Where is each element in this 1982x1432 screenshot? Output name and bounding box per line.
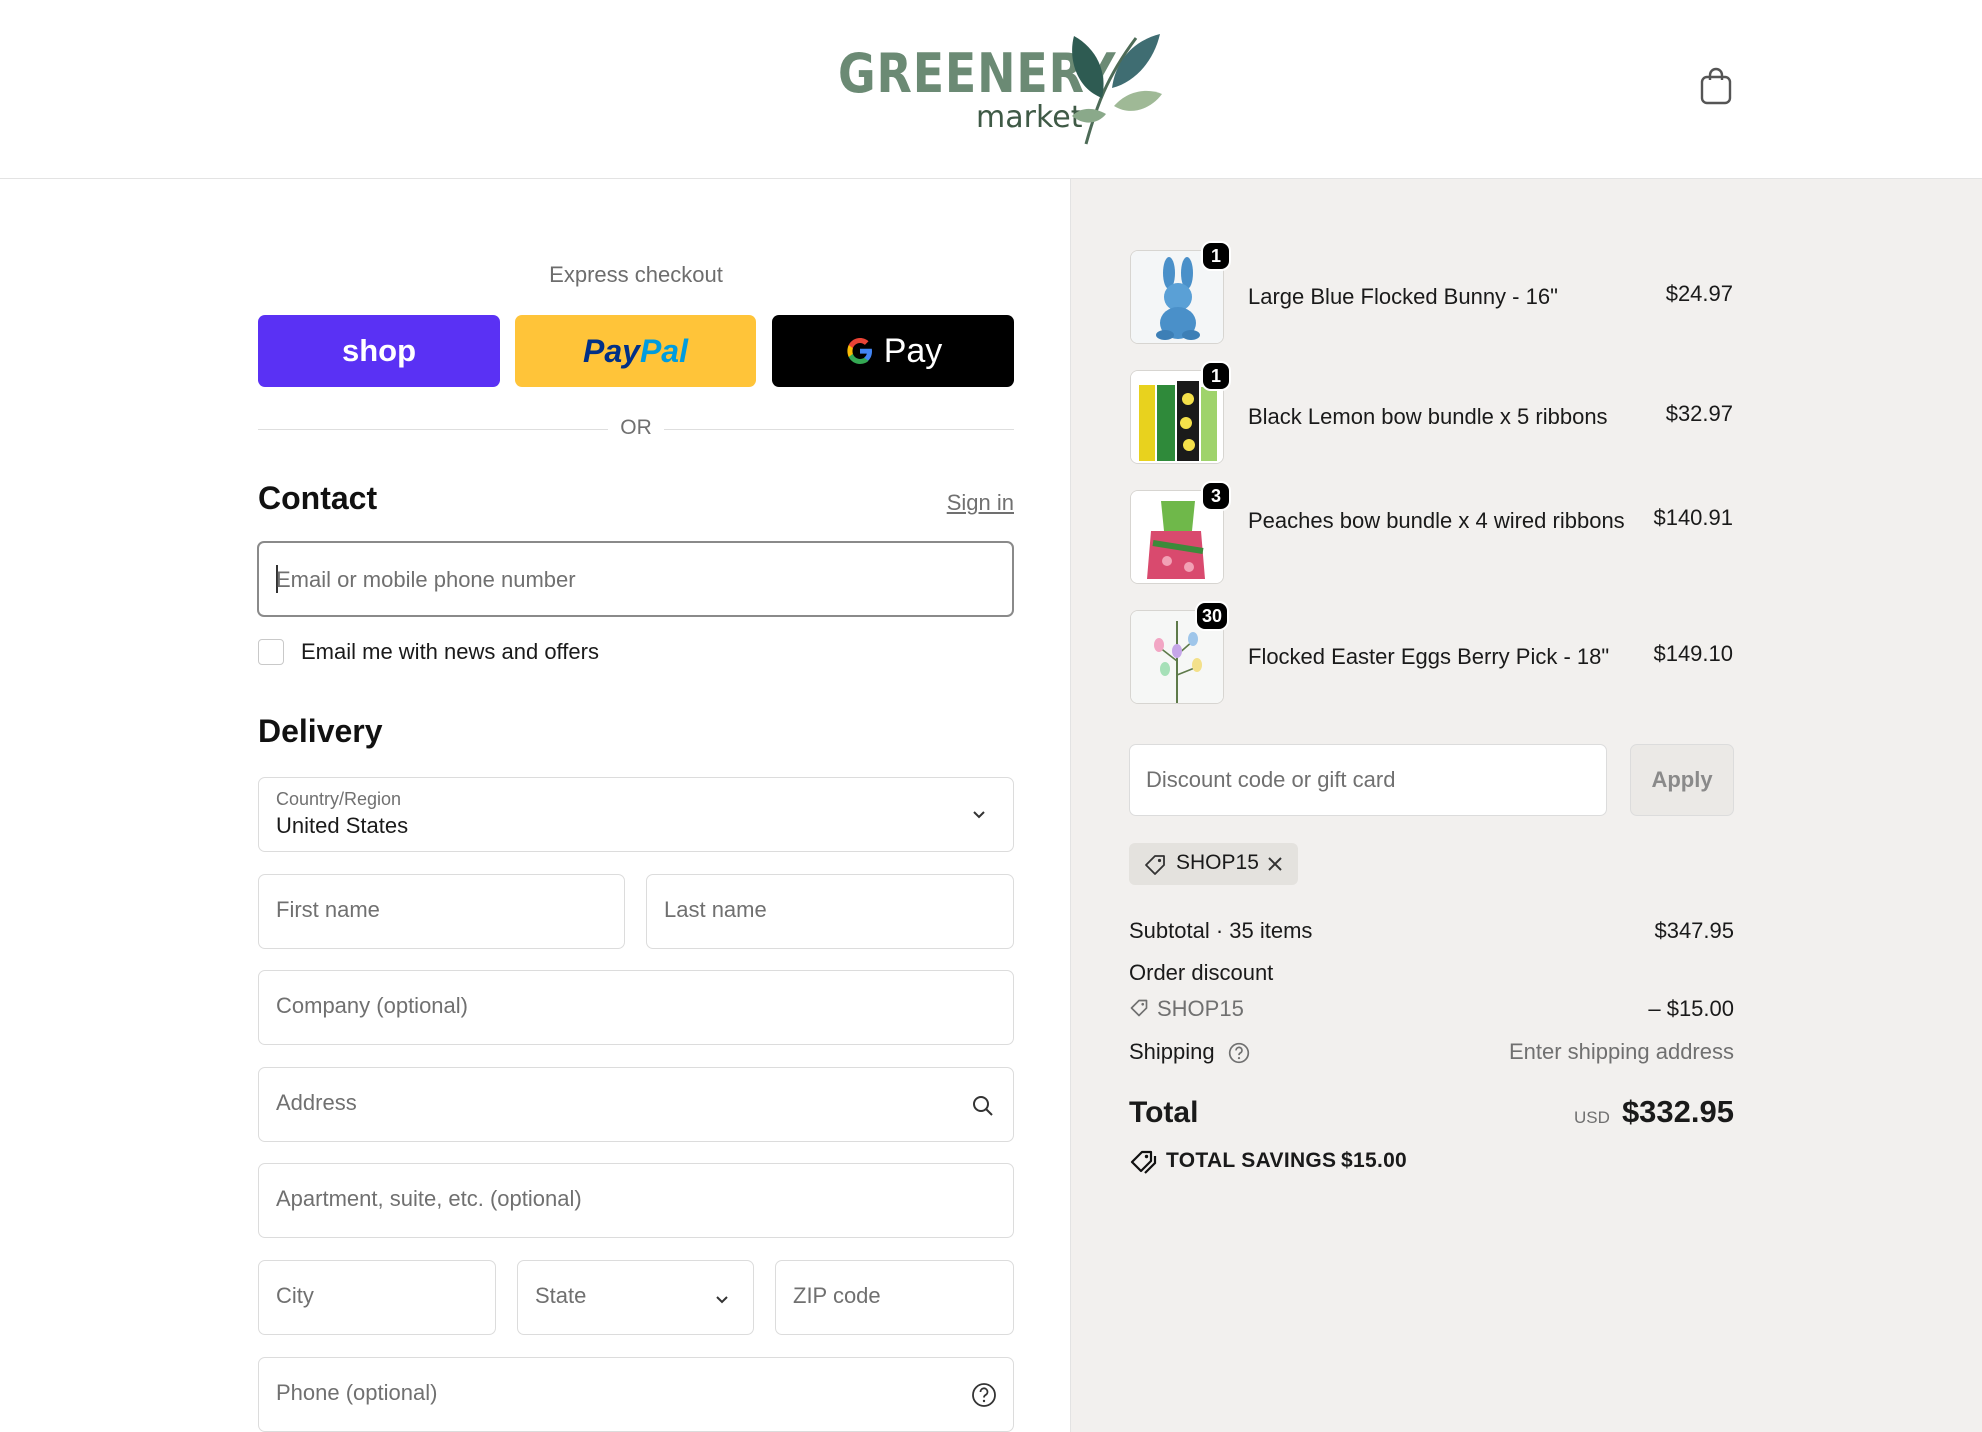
tags-icon	[1130, 1150, 1157, 1174]
paypal-label-pay: Pay	[583, 332, 640, 369]
google-g-icon	[847, 338, 872, 364]
subtotal-row: Subtotal · 35 items $347.95	[1129, 918, 1734, 948]
total-currency: USD	[1574, 1108, 1610, 1127]
email-placeholder: Email or mobile phone number	[276, 567, 576, 592]
apartment-field[interactable]: Apartment, suite, etc. (optional)	[258, 1163, 1014, 1238]
applied-discount-chip: SHOP15	[1129, 843, 1298, 885]
discount-code-field[interactable]: Discount code or gift card	[1129, 744, 1607, 816]
item-price: $24.97	[1665, 281, 1733, 306]
leaf-logo-icon	[1072, 34, 1162, 145]
item-name: Large Blue Flocked Bunny - 16"	[1248, 284, 1558, 309]
shop-pay-label: shop	[341, 333, 417, 368]
country-select[interactable]: Country/Region United States	[258, 777, 1014, 852]
total-value: $332.95	[1621, 1094, 1734, 1129]
discount-code-row: SHOP15 – $15.00	[1129, 996, 1734, 1026]
item-price: $149.10	[1653, 641, 1733, 666]
zip-placeholder: ZIP code	[793, 1283, 881, 1308]
close-icon[interactable]	[1266, 855, 1284, 873]
or-divider: OR	[258, 414, 1014, 444]
cart-item: 1 Large Blue Flocked Bunny - 16" $24.97	[1130, 241, 1733, 346]
item-price: $140.91	[1653, 505, 1733, 530]
header: GREENERY market	[0, 0, 1982, 179]
first-name-placeholder: First name	[276, 897, 380, 922]
savings-label: TOTAL SAVINGS	[1166, 1149, 1337, 1172]
address-placeholder: Address	[276, 1090, 357, 1115]
applied-code: SHOP15	[1176, 851, 1259, 874]
item-name: Black Lemon bow bundle x 5 ribbons	[1248, 404, 1608, 429]
phone-placeholder: Phone (optional)	[276, 1380, 438, 1405]
state-select[interactable]: State	[517, 1260, 754, 1335]
cart-item: 1 Black Lemon bow bundle x 5 ribbons $32…	[1130, 361, 1733, 466]
help-icon[interactable]	[971, 1382, 997, 1408]
shipping-value: Enter shipping address	[1508, 1039, 1734, 1064]
quantity-badge: 1	[1201, 361, 1231, 391]
sign-in-link[interactable]: Sign in	[930, 490, 1014, 516]
cart-item: 3 Peaches bow bundle x 4 wired ribbons $…	[1130, 481, 1733, 590]
company-placeholder: Company (optional)	[276, 993, 468, 1018]
chevron-down-icon	[973, 811, 985, 819]
subtotal-label: Subtotal · 35 items	[1129, 918, 1313, 943]
tag-icon	[1130, 999, 1148, 1017]
phone-field[interactable]: Phone (optional)	[258, 1357, 1014, 1432]
google-pay-label: Pay	[883, 331, 943, 370]
discount-value: – $15.00	[1648, 996, 1734, 1021]
country-label: Country/Region	[276, 789, 402, 809]
discount-placeholder: Discount code or gift card	[1146, 767, 1396, 792]
subtotal-value: $347.95	[1654, 918, 1734, 943]
zip-field[interactable]: ZIP code	[775, 1260, 1014, 1335]
quantity-badge: 30	[1195, 601, 1230, 631]
item-name: Peaches bow bundle x 4 wired ribbons	[1248, 508, 1625, 533]
shipping-row: Shipping Enter shipping address	[1129, 1039, 1734, 1069]
savings-value: $15.00	[1341, 1149, 1408, 1172]
total-label: Total	[1129, 1096, 1199, 1129]
help-icon[interactable]	[1228, 1042, 1250, 1064]
delivery-heading: Delivery	[258, 713, 383, 749]
chevron-down-icon	[716, 1296, 728, 1304]
city-placeholder: City	[276, 1283, 314, 1308]
newsletter-label: Email me with news and offers	[301, 639, 599, 664]
order-discount-label: Order discount	[1129, 960, 1274, 985]
country-value: United States	[276, 813, 409, 838]
last-name-field[interactable]: Last name	[646, 874, 1014, 949]
newsletter-checkbox[interactable]	[258, 639, 284, 665]
apply-discount-button[interactable]: Apply	[1630, 744, 1734, 816]
google-pay-button[interactable]: Pay	[772, 315, 1014, 387]
discount-code-label: SHOP15	[1157, 996, 1244, 1021]
city-field[interactable]: City	[258, 1260, 496, 1335]
search-icon	[973, 1096, 993, 1116]
order-discount-row: Order discount	[1129, 960, 1734, 990]
paypal-button[interactable]: Pay Pal	[515, 315, 756, 387]
last-name-placeholder: Last name	[664, 897, 767, 922]
item-price: $32.97	[1665, 401, 1733, 426]
shipping-label: Shipping	[1129, 1039, 1215, 1064]
cart-item: 30 Flocked Easter Eggs Berry Pick - 18" …	[1130, 601, 1733, 706]
first-name-field[interactable]: First name	[258, 874, 625, 949]
brand-logo[interactable]: GREENERY market	[838, 28, 1162, 148]
quantity-badge: 1	[1201, 241, 1231, 271]
contact-heading: Contact	[258, 480, 378, 516]
paypal-label-pal: Pal	[639, 332, 688, 369]
express-checkout-title: Express checkout	[549, 262, 723, 287]
apartment-placeholder: Apartment, suite, etc. (optional)	[276, 1186, 582, 1211]
state-placeholder: State	[535, 1283, 587, 1308]
address-field[interactable]: Address	[258, 1067, 1014, 1142]
item-name: Flocked Easter Eggs Berry Pick - 18"	[1248, 644, 1610, 669]
quantity-badge: 3	[1201, 481, 1231, 511]
tag-icon	[1145, 855, 1165, 875]
shop-pay-button[interactable]: shop	[258, 315, 500, 387]
email-field[interactable]: Email or mobile phone number	[257, 541, 1014, 617]
or-label: OR	[620, 416, 652, 439]
company-field[interactable]: Company (optional)	[258, 970, 1014, 1045]
shopping-bag-icon[interactable]	[1698, 66, 1734, 106]
